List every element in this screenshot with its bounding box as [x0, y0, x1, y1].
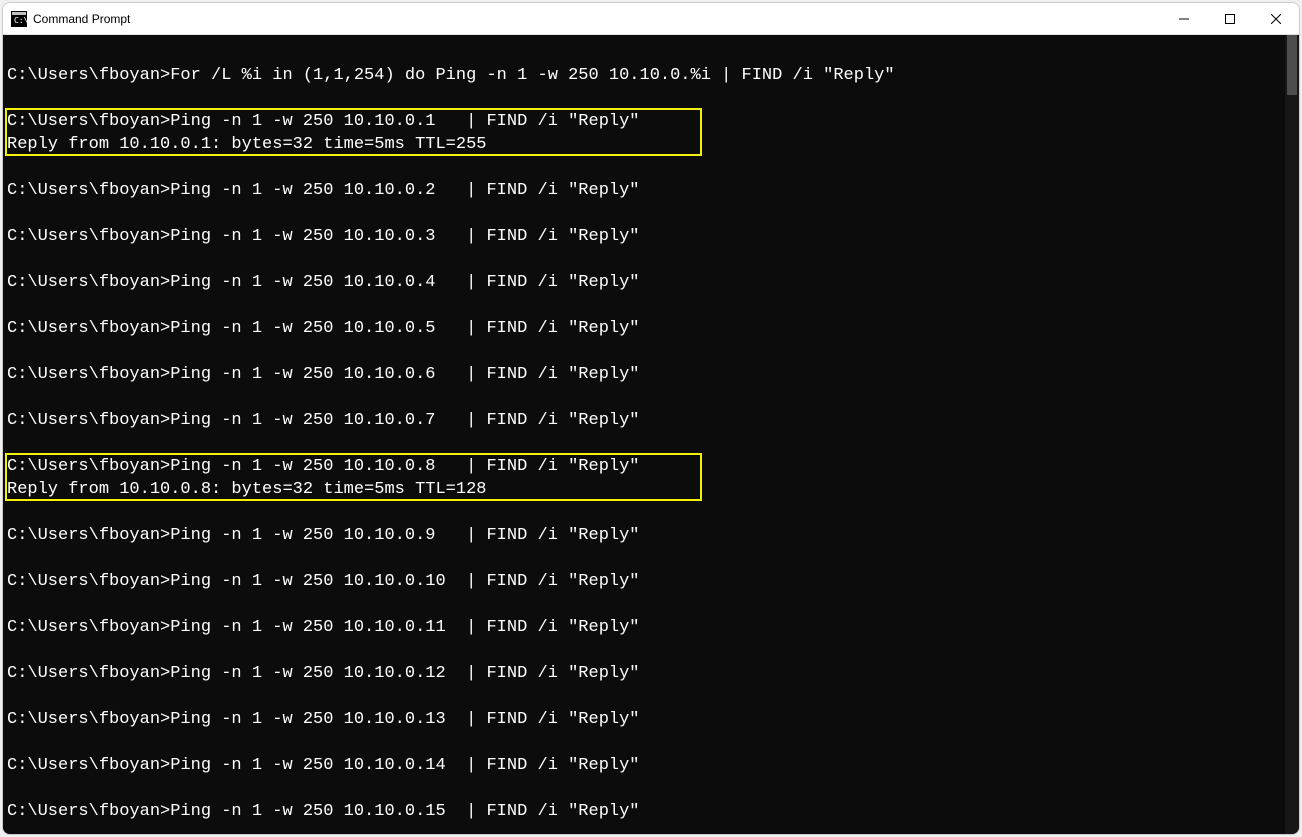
terminal-line: Reply from 10.10.0.1: bytes=32 time=5ms …	[7, 133, 1285, 156]
terminal-line: C:\Users\fboyan>Ping -n 1 -w 250 10.10.0…	[7, 708, 1285, 731]
terminal-blank-line	[7, 501, 1285, 524]
terminal-line: C:\Users\fboyan>Ping -n 1 -w 250 10.10.0…	[7, 800, 1285, 823]
window-controls	[1161, 3, 1299, 34]
terminal-line: C:\Users\fboyan>Ping -n 1 -w 250 10.10.0…	[7, 524, 1285, 547]
terminal-blank-line	[7, 777, 1285, 800]
scrollbar[interactable]	[1285, 35, 1299, 834]
terminal-line: C:\Users\fboyan>Ping -n 1 -w 250 10.10.0…	[7, 225, 1285, 248]
scrollbar-thumb[interactable]	[1287, 35, 1297, 95]
terminal-blank-line	[7, 432, 1285, 455]
titlebar[interactable]: C:\ Command Prompt	[3, 3, 1299, 35]
terminal-blank-line	[7, 87, 1285, 110]
terminal-blank-line	[7, 41, 1285, 64]
maximize-button[interactable]	[1207, 3, 1253, 34]
terminal-line: C:\Users\fboyan>Ping -n 1 -w 250 10.10.0…	[7, 754, 1285, 777]
terminal-line: C:\Users\fboyan>Ping -n 1 -w 250 10.10.0…	[7, 662, 1285, 685]
terminal-line: C:\Users\fboyan>Ping -n 1 -w 250 10.10.0…	[7, 363, 1285, 386]
terminal-blank-line	[7, 340, 1285, 363]
svg-text:C:\: C:\	[14, 16, 27, 25]
terminal-line: C:\Users\fboyan>For /L %i in (1,1,254) d…	[7, 64, 1285, 87]
terminal-line: C:\Users\fboyan>Ping -n 1 -w 250 10.10.0…	[7, 271, 1285, 294]
terminal-line: C:\Users\fboyan>Ping -n 1 -w 250 10.10.0…	[7, 616, 1285, 639]
terminal-line: C:\Users\fboyan>Ping -n 1 -w 250 10.10.0…	[7, 110, 1285, 133]
window-title: Command Prompt	[33, 12, 1161, 26]
terminal-line: C:\Users\fboyan>Ping -n 1 -w 250 10.10.0…	[7, 317, 1285, 340]
terminal-wrap: C:\Users\fboyan>For /L %i in (1,1,254) d…	[3, 35, 1299, 834]
terminal-blank-line	[7, 547, 1285, 570]
terminal-blank-line	[7, 593, 1285, 616]
command-prompt-window: C:\ Command Prompt C:\Users\fboyan>For /…	[2, 2, 1300, 835]
terminal-line: Reply from 10.10.0.8: bytes=32 time=5ms …	[7, 478, 1285, 501]
terminal-blank-line	[7, 685, 1285, 708]
terminal-blank-line	[7, 294, 1285, 317]
close-button[interactable]	[1253, 3, 1299, 34]
terminal-blank-line	[7, 639, 1285, 662]
cmd-icon: C:\	[11, 11, 27, 27]
terminal-blank-line	[7, 248, 1285, 271]
terminal-line: C:\Users\fboyan>Ping -n 1 -w 250 10.10.0…	[7, 570, 1285, 593]
terminal-line: C:\Users\fboyan>Ping -n 1 -w 250 10.10.0…	[7, 179, 1285, 202]
terminal-blank-line	[7, 156, 1285, 179]
terminal-blank-line	[7, 202, 1285, 225]
terminal-blank-line	[7, 731, 1285, 754]
minimize-button[interactable]	[1161, 3, 1207, 34]
terminal-line: C:\Users\fboyan>Ping -n 1 -w 250 10.10.0…	[7, 409, 1285, 432]
terminal-blank-line	[7, 386, 1285, 409]
terminal-line: C:\Users\fboyan>Ping -n 1 -w 250 10.10.0…	[7, 455, 1285, 478]
terminal-output[interactable]: C:\Users\fboyan>For /L %i in (1,1,254) d…	[3, 35, 1285, 834]
